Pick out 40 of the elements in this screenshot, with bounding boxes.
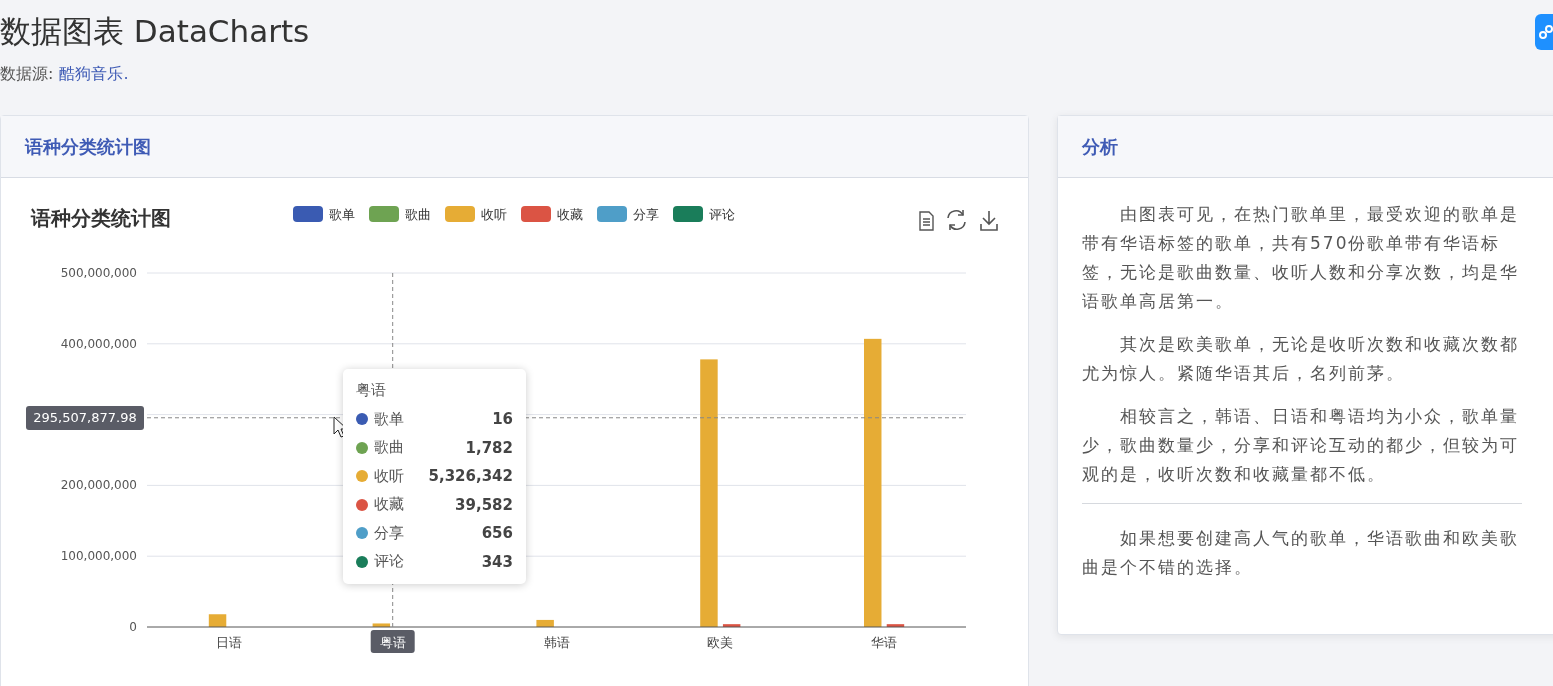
tooltip-label: 歌单	[374, 409, 404, 429]
legend-label[interactable]: 收藏	[557, 207, 583, 222]
legend-label[interactable]: 歌曲	[405, 207, 431, 222]
chart-title: 语种分类统计图	[31, 206, 171, 230]
tooltip-label: 收藏	[374, 495, 404, 515]
y-axis-label: 0	[129, 620, 137, 634]
legend-label[interactable]: 分享	[633, 207, 659, 222]
legend-label[interactable]: 评论	[709, 207, 735, 222]
card-title: 分析	[1082, 134, 1118, 159]
tooltip-value: 16	[492, 410, 513, 429]
tooltip-value: 656	[481, 524, 513, 543]
analysis-paragraph: 其次是欧美歌单，无论是收听次数和收藏次数都尤为惊人。紧随华语其后，名列前茅。	[1082, 333, 1520, 385]
x-axis-label: 华语	[871, 635, 898, 650]
source-link[interactable]: 酷狗音乐.	[59, 64, 129, 85]
axis-pointer-text: 粤语	[379, 635, 406, 650]
x-axis-label: 日语	[215, 635, 242, 650]
value-pointer-label: 295,507,877.98	[26, 405, 144, 430]
y-axis-label: 200,000,000	[60, 478, 137, 493]
tooltip-label: 评论	[374, 552, 404, 572]
tooltip-value: 5,326,342	[428, 467, 513, 486]
x-axis-label: 欧美	[707, 635, 734, 650]
source-label: 数据源:	[0, 64, 54, 85]
tooltip-label: 收听	[374, 466, 404, 486]
legend-label[interactable]: 收听	[481, 207, 507, 222]
tooltip-value: 1,782	[465, 438, 513, 457]
tooltip-label: 歌曲	[374, 438, 404, 458]
tooltip-title: 粤语	[356, 380, 387, 401]
tooltip-value: 343	[481, 552, 513, 571]
y-axis-label: 500,000,000	[60, 266, 137, 280]
card-title: 语种分类统计图	[25, 134, 151, 159]
tooltip-label: 分享	[374, 523, 404, 543]
x-axis-label: 韩语	[543, 635, 570, 650]
y-axis-label: 400,000,000	[60, 336, 137, 351]
page-title: 数据图表 DataCharts	[0, 12, 310, 50]
analysis-paragraph: 由图表可见，在热门歌单里，最受欢迎的歌单是带有华语标签的歌单，共有570份歌单带有华语标签，无论是歌曲数量、收听人数和分享次数，均是华语歌单高居第一。	[1082, 203, 1520, 313]
tooltip-value: 39,582	[455, 495, 513, 514]
legend-label[interactable]: 歌单	[329, 207, 355, 222]
conclusion-paragraph: 如果想要创建高人气的歌单，华语歌曲和欧美歌曲是个不错的选择。	[1082, 527, 1520, 579]
y-axis-label: 100,000,000	[60, 549, 137, 564]
analysis-paragraph: 相较言之，韩语、日语和粤语均为小众，歌单量少，歌曲数量少，分享和评论互动的都少，但较为可观的是，收听次数和收藏量都不低。	[1082, 405, 1520, 486]
